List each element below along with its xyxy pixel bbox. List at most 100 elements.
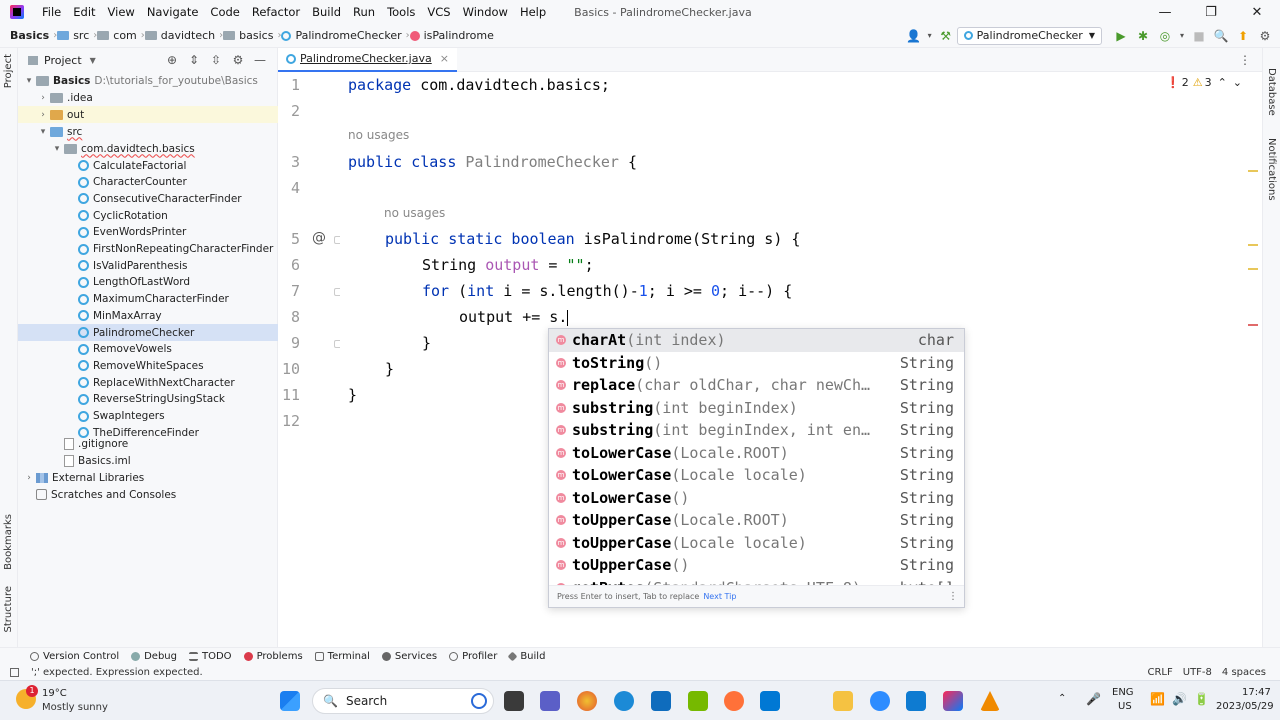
next-tip-link[interactable]: Next Tip (703, 592, 736, 601)
chevron-down-icon[interactable]: ▼ (90, 56, 96, 65)
menu-help[interactable]: Help (514, 5, 552, 19)
crumb-class[interactable]: PalindromeChecker (295, 29, 405, 42)
tool-profiler[interactable]: Profiler (449, 651, 497, 662)
chevron-up-icon[interactable]: ⌃ (1058, 693, 1066, 704)
gear-icon[interactable]: ⚙ (227, 53, 249, 67)
vscode-icon[interactable] (906, 691, 926, 711)
vlc-icon[interactable] (980, 691, 1000, 711)
structure-tool-tab[interactable]: Structure (3, 586, 14, 633)
start-windows-icon[interactable] (280, 691, 300, 711)
completion-item[interactable]: m toUpperCase (Locale locale) String (549, 532, 964, 555)
crumb-method[interactable]: isPalindrome (424, 29, 498, 42)
language-code[interactable]: ENG (1112, 687, 1134, 698)
user-icon[interactable]: 👤 (903, 29, 925, 43)
battery-icon[interactable]: 🔋 (1194, 692, 1209, 706)
more-run-icon[interactable]: ▾ (1176, 31, 1188, 40)
tree-item-class[interactable]: RemoveVowels (18, 341, 278, 358)
completion-item[interactable]: m toUpperCase (Locale.ROOT) String (549, 509, 964, 532)
coverage-icon[interactable]: ◎ (1154, 29, 1176, 43)
line-separator[interactable]: CRLF (1147, 667, 1172, 678)
build-hammer-icon[interactable]: ⚒ (935, 29, 957, 43)
database-tool-tab[interactable]: Database (1266, 68, 1277, 116)
search-everywhere-icon[interactable]: 🔍 (1210, 29, 1232, 43)
file-encoding[interactable]: UTF-8 (1183, 667, 1212, 678)
microphone-icon[interactable]: 🎤 (1086, 692, 1101, 706)
completion-item[interactable]: m replace (char oldChar, char newCh… String (549, 374, 964, 397)
toggle-tool-windows-icon[interactable] (10, 667, 19, 677)
firefox-icon[interactable] (724, 691, 744, 711)
crumb-src[interactable]: src (73, 29, 93, 42)
close-window-icon[interactable]: ✕ (1234, 5, 1280, 20)
wifi-icon[interactable]: 📶 (1150, 692, 1165, 706)
collapse-all-icon[interactable]: ⇳ (205, 53, 227, 67)
tree-item-package[interactable]: ▾ com.davidtech.basics (18, 140, 278, 157)
debug-icon[interactable]: ✱ (1132, 29, 1154, 43)
project-tool-tab[interactable]: Project (3, 54, 14, 88)
completion-item[interactable]: m toLowerCase (Locale.ROOT) String (549, 442, 964, 465)
completion-item[interactable]: m substring (int beginIndex, int en… String (549, 419, 964, 442)
menu-run[interactable]: Run (347, 5, 381, 19)
teams-chat-icon[interactable] (540, 691, 560, 711)
volume-icon[interactable]: 🔊 (1172, 692, 1187, 706)
tree-item-scratches[interactable]: Scratches and Consoles (18, 486, 278, 503)
completion-item[interactable]: m toLowerCase() String (549, 487, 964, 510)
tree-item-class[interactable]: LengthOfLastWord (18, 274, 278, 291)
menu-code[interactable]: Code (204, 5, 245, 19)
region-code[interactable]: US (1118, 701, 1132, 712)
maximize-icon[interactable]: ❐ (1188, 5, 1234, 20)
menu-refactor[interactable]: Refactor (246, 5, 306, 19)
menu-window[interactable]: Window (457, 5, 514, 19)
completion-item[interactable]: m toUpperCase() String (549, 554, 964, 577)
tree-item-class[interactable]: CalculateFactorial (18, 157, 278, 174)
taskbar-search[interactable]: 🔍 Search (312, 688, 494, 714)
tree-item-class[interactable]: ReverseStringUsingStack (18, 391, 278, 408)
bookmarks-tool-tab[interactable]: Bookmarks (3, 514, 14, 570)
inspection-widget[interactable]: ❗ 2 ⚠ 3 ⌃ ⌄ (1166, 76, 1242, 89)
crumb-project[interactable]: Basics (6, 29, 53, 42)
scroll-marker[interactable] (1248, 244, 1258, 246)
tool-terminal[interactable]: Terminal (314, 651, 370, 662)
tree-item-class[interactable]: FirstNonRepeatingCharacterFinder (18, 241, 278, 258)
crumb-basics[interactable]: basics (239, 29, 277, 42)
store-icon[interactable] (760, 691, 780, 711)
weather-status[interactable]: Mostly sunny (42, 702, 108, 713)
tool-todo[interactable]: TODO (189, 651, 232, 662)
tree-item-class[interactable]: MaximumCharacterFinder (18, 291, 278, 308)
close-icon[interactable]: × (440, 52, 449, 65)
nvidia-icon[interactable] (688, 691, 708, 711)
stop-icon[interactable]: ■ (1188, 29, 1210, 43)
tool-problems[interactable]: Problems (243, 651, 303, 662)
status-message[interactable]: ';' expected. Expression expected. (31, 667, 203, 678)
scroll-marker[interactable] (1248, 170, 1258, 172)
menu-navigate[interactable]: Navigate (141, 5, 205, 19)
file-explorer-icon[interactable] (833, 691, 853, 711)
notifications-tool-tab[interactable]: Notifications (1266, 138, 1277, 201)
tree-root[interactable]: ▾ Basics D:\tutorials_for_youtube\Basics (18, 72, 278, 89)
tree-item-gitignore[interactable]: .gitignore (18, 435, 278, 452)
crumb-com[interactable]: com (113, 29, 141, 42)
tree-item-class[interactable]: IsValidParenthesis (18, 257, 278, 274)
mail-icon[interactable] (651, 691, 671, 711)
menu-file[interactable]: File (36, 5, 67, 19)
more-tabs-icon[interactable]: ⋮ (1234, 53, 1256, 67)
tree-item-out[interactable]: › out (18, 106, 278, 123)
tree-item-class[interactable]: SwapIntegers (18, 408, 278, 425)
crumb-davidtech[interactable]: davidtech (161, 29, 219, 42)
tree-item-class[interactable]: EvenWordsPrinter (18, 224, 278, 241)
expand-all-icon[interactable]: ⇕ (183, 53, 205, 67)
tree-item-idea[interactable]: › .idea (18, 89, 278, 106)
completion-item[interactable]: m substring (int beginIndex) String (549, 397, 964, 420)
project-panel-title[interactable]: Project (44, 54, 82, 67)
tool-version-control[interactable]: Version Control (30, 651, 119, 662)
tree-item-class[interactable]: PalindromeChecker (18, 324, 278, 341)
indent-setting[interactable]: 4 spaces (1222, 667, 1266, 678)
hide-icon[interactable]: — (249, 53, 271, 67)
weather-temp[interactable]: 19°C (42, 688, 67, 699)
task-view-icon[interactable] (504, 691, 524, 711)
minimize-icon[interactable]: — (1142, 5, 1188, 20)
locate-icon[interactable]: ⊕ (161, 53, 183, 67)
clock-date[interactable]: 2023/05/29 (1216, 701, 1274, 712)
implements-marker-icon[interactable]: @ (312, 230, 326, 246)
tab-palindromechecker[interactable]: PalindromeChecker.java × (278, 47, 457, 72)
edge-browser-icon[interactable] (614, 691, 634, 711)
